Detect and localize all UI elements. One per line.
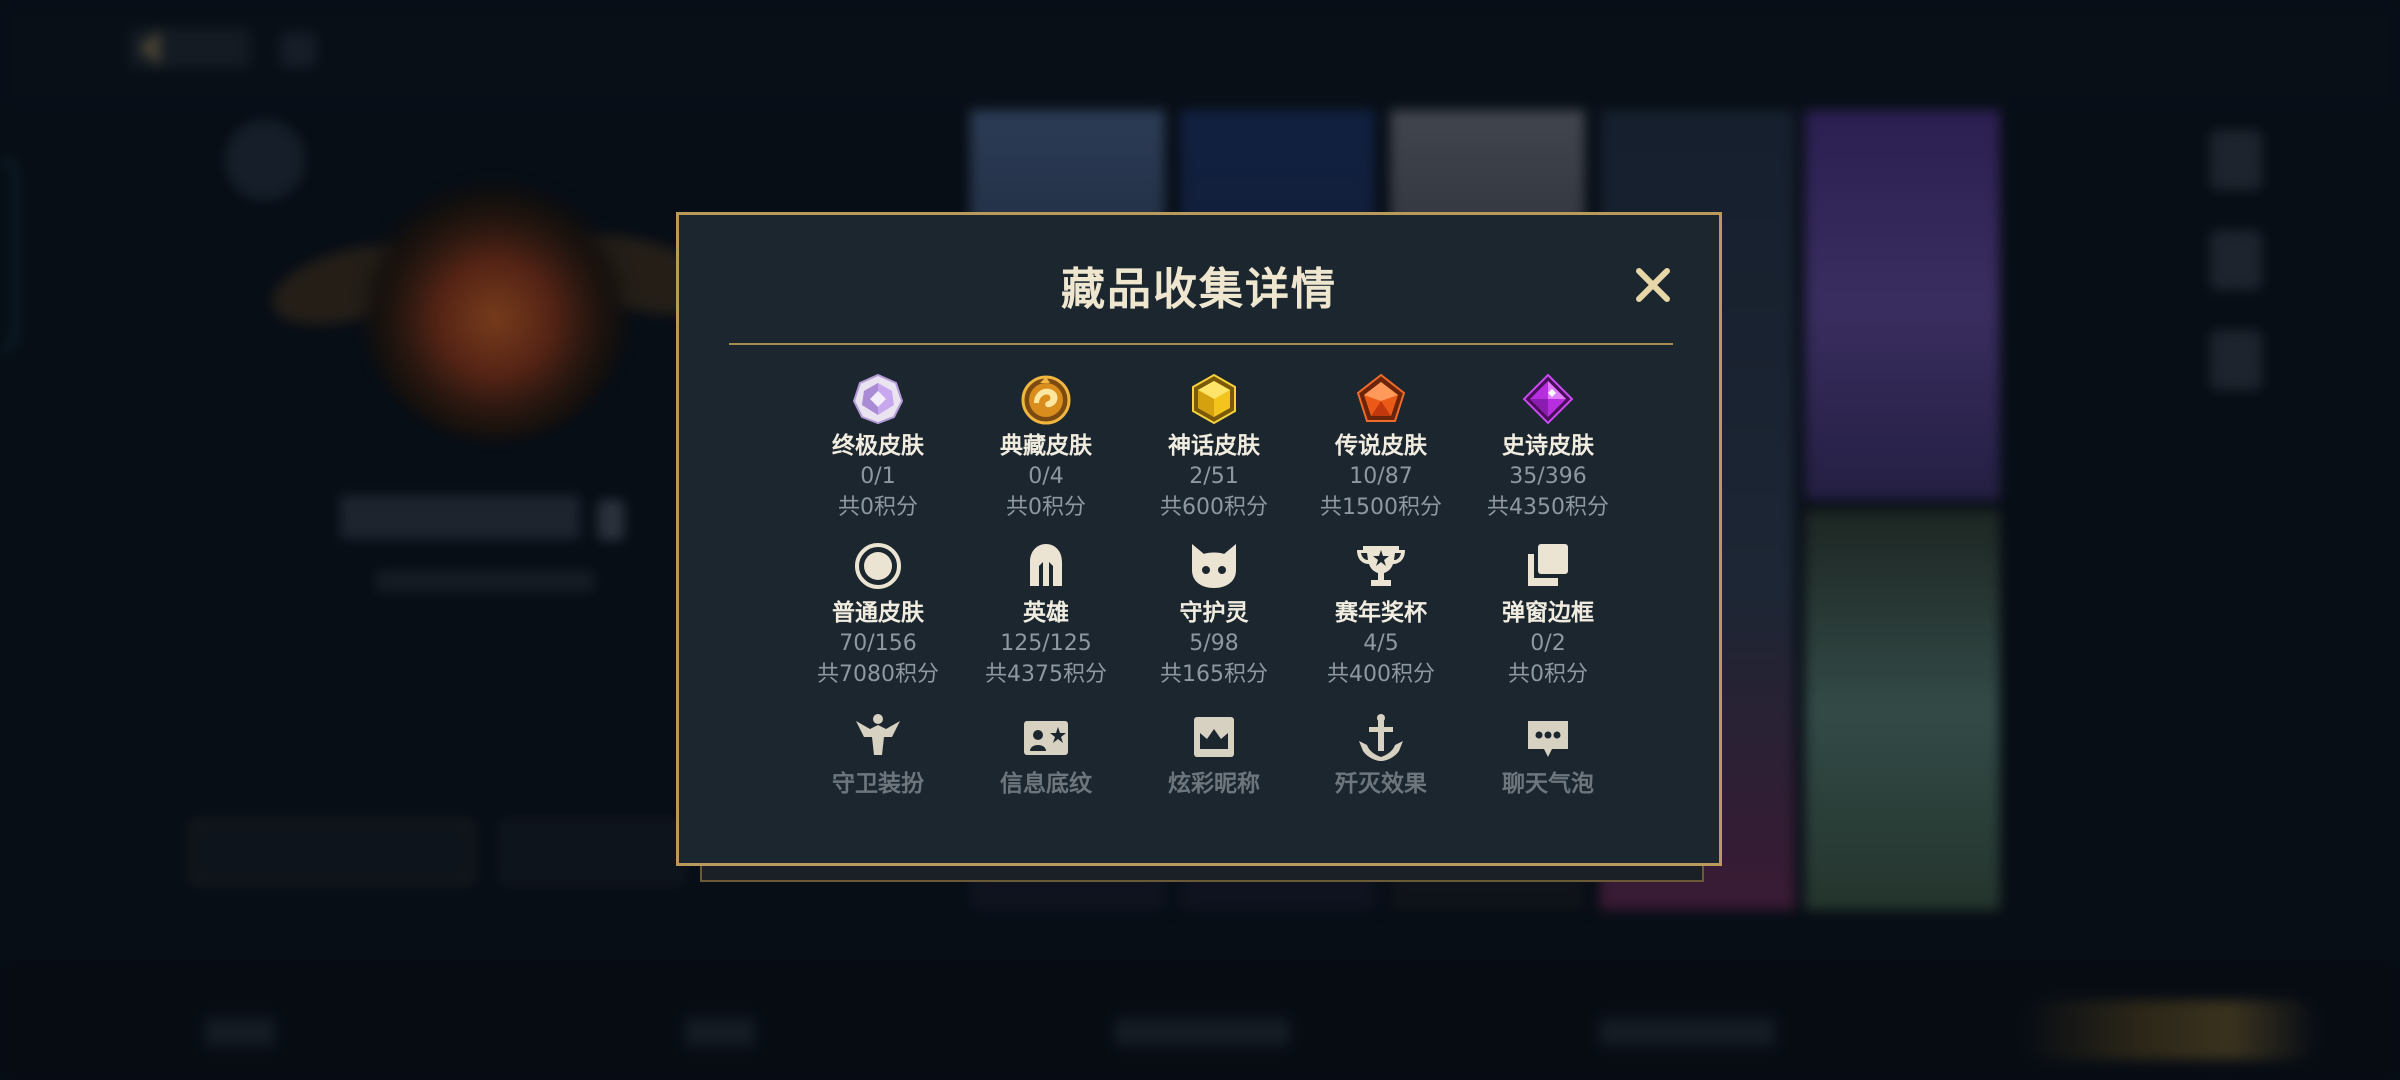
collection-skin-dragon-icon: [1021, 375, 1071, 425]
item-label: 歼灭效果: [1335, 771, 1427, 797]
item-label: 弹窗边框: [1502, 600, 1594, 626]
collection-item-epic-skin[interactable]: 史诗皮肤 35/396 共4350积分: [1453, 373, 1643, 523]
item-label: 炫彩昵称: [1168, 771, 1260, 797]
item-points: 共400积分: [1327, 662, 1435, 687]
legend-skin-gem-icon: [1356, 373, 1406, 422]
item-label: 传说皮肤: [1335, 433, 1427, 459]
item-label: 典藏皮肤: [1000, 433, 1092, 459]
popup-frame-icon: [1528, 544, 1568, 586]
item-count: 70/156: [839, 631, 917, 656]
item-count: 0/1: [860, 464, 896, 489]
hero-helmet-icon: [1030, 544, 1062, 586]
item-count: 0/2: [1530, 631, 1566, 656]
normal-skin-circle-icon: [855, 543, 901, 589]
collection-item-chat-bubble[interactable]: 聊天气泡: [1453, 711, 1643, 799]
info-background-icon: [1024, 721, 1068, 755]
item-label: 聊天气泡: [1502, 771, 1594, 797]
mythic-skin-gem-icon: [1192, 373, 1236, 425]
collection-item-popup-frame[interactable]: 弹窗边框 0/2 共0积分: [1453, 540, 1643, 690]
season-trophy-icon: [1357, 546, 1405, 586]
item-points: 共4375积分: [985, 662, 1107, 687]
item-count: 125/125: [1000, 631, 1092, 656]
item-label: 神话皮肤: [1168, 433, 1260, 459]
item-points: 共1500积分: [1320, 495, 1442, 520]
item-points: 共7080积分: [817, 662, 939, 687]
item-points: 共0积分: [1006, 495, 1086, 520]
item-points: 共0积分: [1508, 662, 1588, 687]
collection-item-season-trophy[interactable]: 赛年奖杯 4/5 共400积分: [1286, 540, 1476, 690]
collection-item-normal-skin[interactable]: 普通皮肤 70/156 共7080积分: [783, 540, 973, 690]
collection-item-colorful-nickname[interactable]: 炫彩昵称: [1119, 711, 1309, 799]
collection-item-hero[interactable]: 英雄 125/125 共4375积分: [951, 540, 1141, 690]
dialog-shadow: [700, 866, 1704, 882]
guardian-spirit-icon: [1192, 544, 1236, 588]
item-label: 普通皮肤: [832, 600, 924, 626]
item-points: 共0积分: [838, 495, 918, 520]
epic-skin-gem-icon: [1522, 373, 1574, 425]
item-label: 终极皮肤: [832, 433, 924, 459]
annihilation-effect-icon: [1359, 714, 1403, 761]
scroll-fade: [759, 805, 1639, 855]
collection-grid: 终极皮肤 0/1 共0积分 典藏皮肤 0/4 共0积分 神话皮肤 2/51 共6…: [679, 215, 1719, 863]
item-label: 信息底纹: [1000, 771, 1092, 797]
collection-item-legend-skin[interactable]: 传说皮肤 10/87 共1500积分: [1286, 373, 1476, 523]
item-count: 2/51: [1189, 464, 1239, 489]
ultimate-skin-gem-icon: [852, 373, 904, 425]
chat-bubble-icon: [1528, 721, 1568, 757]
item-count: 4/5: [1363, 631, 1399, 656]
item-label: 英雄: [1023, 600, 1069, 626]
collection-item-ultimate-skin[interactable]: 终极皮肤 0/1 共0积分: [783, 373, 973, 523]
collection-item-collection-skin[interactable]: 典藏皮肤 0/4 共0积分: [951, 373, 1141, 523]
item-label: 史诗皮肤: [1502, 433, 1594, 459]
collection-item-annihilation-effect[interactable]: 歼灭效果: [1286, 711, 1476, 799]
collection-item-guardian-spirit[interactable]: 守护灵 5/98 共165积分: [1119, 540, 1309, 690]
item-count: 35/396: [1509, 464, 1587, 489]
collection-item-info-background[interactable]: 信息底纹: [951, 711, 1141, 799]
colorful-nickname-icon: [1194, 717, 1234, 757]
collection-item-guard-outfit[interactable]: 守卫装扮: [783, 711, 973, 799]
item-points: 共4350积分: [1487, 495, 1609, 520]
item-points: 共600积分: [1160, 495, 1268, 520]
collection-details-dialog: 藏品收集详情 终极皮肤 0/1 共0积分 典藏皮肤 0/4 共0积分 神话皮肤 …: [676, 212, 1722, 866]
collection-item-mythic-skin[interactable]: 神话皮肤 2/51 共600积分: [1119, 373, 1309, 523]
item-count: 0/4: [1028, 464, 1064, 489]
item-count: 10/87: [1349, 464, 1413, 489]
item-points: 共165积分: [1160, 662, 1268, 687]
item-label: 守卫装扮: [832, 771, 924, 797]
item-label: 守护灵: [1179, 600, 1249, 626]
item-label: 赛年奖杯: [1335, 600, 1427, 626]
item-count: 5/98: [1189, 631, 1239, 656]
guard-outfit-icon: [856, 714, 900, 755]
